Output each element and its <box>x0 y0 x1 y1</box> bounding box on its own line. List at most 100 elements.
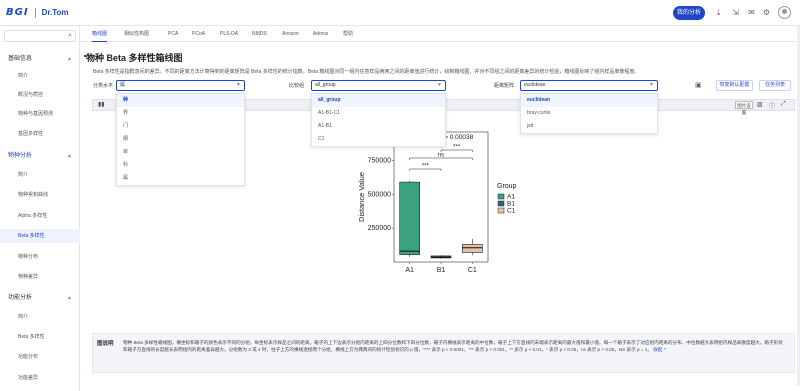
sidebar-item[interactable]: 简介 <box>0 310 80 324</box>
compare-dropdown: all_group A1-B1-C1 A1-B1 C1 <box>311 93 446 147</box>
box-C1 <box>462 244 483 253</box>
sidebar-group-label: 功能分析 <box>8 295 33 301</box>
tab-adonis[interactable]: Adonis <box>313 26 328 42</box>
sidebar-item[interactable]: Beta 多样性 <box>0 330 80 344</box>
page-description: Beta 多样性是指群落间的差异。不同的距离方法计算得到的距离矩阵是 Beta … <box>93 69 640 75</box>
sidebar-item[interactable]: 简介 <box>0 168 80 182</box>
tab-pcoa[interactable]: PCoA <box>192 26 205 42</box>
fullscreen-icon[interactable]: ⤢ <box>781 101 786 108</box>
sidebar-group-basic[interactable]: 基础信息 ▲ <box>0 51 80 67</box>
level-option[interactable]: 纲 <box>117 133 244 146</box>
top-bar: BGI Dr.Tom 我的分析 ⤓ ⇲ ✉ ⚙ <box>0 0 800 26</box>
chevron-down-icon: ▼ <box>236 82 241 88</box>
x-tick-label: A1 <box>405 267 414 274</box>
tab-anosim[interactable]: Anosim <box>282 26 299 42</box>
my-analysis-button[interactable]: 我的分析 <box>673 6 705 20</box>
beta-boxplot-chart: 250000500000750000Distance ValueA1 B1 C1**… <box>357 131 517 274</box>
level-option[interactable]: 科 <box>117 159 244 172</box>
logo-divider <box>34 7 36 18</box>
sidebar-item[interactable]: 基因多样性 <box>0 127 80 141</box>
tab-plsda[interactable]: PLS-DA <box>220 26 238 42</box>
significance-label: ns <box>438 153 444 159</box>
sidebar-group-label: 物种分析 <box>8 153 33 159</box>
compare-option[interactable]: all_group <box>312 94 445 107</box>
image-icon[interactable]: ▣ <box>695 81 702 89</box>
distance-option[interactable]: jsd <box>521 120 657 133</box>
level-option[interactable]: 界 <box>117 107 244 120</box>
y-tick-label: 750000 <box>368 157 391 164</box>
level-select[interactable]: 属 ▼ <box>116 80 245 91</box>
legend-label: C1 <box>507 208 516 215</box>
logo[interactable]: BGI Dr.Tom <box>6 7 69 18</box>
level-option[interactable]: 目 <box>117 146 244 159</box>
avatar[interactable] <box>778 6 791 19</box>
sidebar-item-beta-active[interactable]: Beta 多样性 <box>0 229 80 243</box>
chevron-up-icon: ▲ <box>67 295 72 301</box>
legend-label: A1 <box>507 194 515 201</box>
restore-default-button[interactable]: 恢复默认配置 <box>716 80 753 91</box>
image-settings-button[interactable]: 图片设置 <box>735 101 753 115</box>
compare-option[interactable]: A1-B1-C1 <box>312 107 445 120</box>
sidebar-item[interactable]: 物种累积曲线 <box>0 188 80 202</box>
tab-heatmap[interactable]: 相似性热图 <box>124 26 149 42</box>
legend-label: B1 <box>507 201 515 208</box>
note-label: 图说明 <box>97 341 114 347</box>
logo-main: BGI <box>6 7 29 18</box>
sidebar-item[interactable]: 功能差异 <box>0 371 80 385</box>
level-option[interactable]: 属 <box>117 172 244 185</box>
distance-option[interactable]: bray-curtis <box>521 107 657 120</box>
tab-bar: 箱线图 相似性热图 PCA PCoA PLS-DA NMDS Anosim Ad… <box>80 26 800 42</box>
distance-option[interactable]: euclidean <box>521 94 657 107</box>
chevron-up-icon: ▲ <box>67 56 72 62</box>
sidebar-item[interactable]: Alpha 多样性 <box>0 209 80 223</box>
y-tick-label: 500000 <box>368 191 391 198</box>
sidebar-group-species[interactable]: 物种分析 ▲ <box>0 148 80 164</box>
tab-help[interactable]: 帮助 <box>343 26 353 42</box>
task-list-button[interactable]: 任务列表 <box>759 80 791 91</box>
sidebar-item[interactable]: 物种与基因预测 <box>0 107 80 121</box>
distance-select[interactable]: euclidean ▼ <box>520 80 658 91</box>
download-icon[interactable]: ⤓ <box>714 8 723 17</box>
distance-label: 距离矩阵 <box>494 83 515 89</box>
search-icon: ⌕ <box>68 32 72 39</box>
sidebar-item[interactable]: 简介 <box>0 69 80 83</box>
collapse-link[interactable]: 收起 ^ <box>653 347 666 352</box>
mail-icon[interactable]: ✉ <box>747 8 756 17</box>
sidebar-item[interactable]: 概况与质控 <box>0 88 80 102</box>
chevron-down-icon: ▼ <box>437 82 442 88</box>
compare-option[interactable]: A1-B1 <box>312 120 445 133</box>
y-tick-label: 250000 <box>368 225 391 232</box>
compare-select[interactable]: all_group ▼ <box>311 80 446 91</box>
note-body: 物种 Beta 多样性箱线图。横坐标和箱子的颜色表示不同的分组，纵坐标表示样品之… <box>123 340 783 352</box>
info-icon[interactable]: ⓘ <box>769 101 775 110</box>
picture-icon[interactable]: ▨ <box>757 101 763 108</box>
distance-dropdown: euclidean bray-curtis jsd <box>520 93 658 134</box>
legend-swatch <box>497 200 505 207</box>
distance-select-value: euclidean <box>524 82 546 88</box>
sidebar: ⌕ 基础信息 ▲ 简介 概况与质控 物种与基因预测 基因多样性 物种分析 ▲ 简… <box>0 26 80 391</box>
legend-swatch <box>497 207 505 214</box>
sidebar-item[interactable]: 物种分布 <box>0 250 80 264</box>
bar-chart-icon: ▮▮ <box>98 102 105 108</box>
level-option[interactable]: 门 <box>117 120 244 133</box>
y-axis-label: Distance Value <box>357 172 366 222</box>
level-option[interactable]: 种 <box>117 94 244 107</box>
legend-swatch <box>497 193 505 200</box>
compare-option[interactable]: C1 <box>312 133 445 146</box>
level-label: 分类水平 <box>93 83 114 89</box>
tab-boxplot[interactable]: 箱线图 <box>92 26 108 42</box>
tab-nmds[interactable]: NMDS <box>252 26 267 42</box>
sidebar-item[interactable]: 功能分布 <box>0 350 80 364</box>
collapse-link-label: 收起 <box>653 347 663 352</box>
tab-pca[interactable]: PCA <box>168 26 178 42</box>
level-select-value: 属 <box>120 82 126 88</box>
settings-icon[interactable]: ⚙ <box>762 8 771 17</box>
box-A1 <box>399 181 420 255</box>
page-title: 物种 Beta 多样性箱线图 <box>86 53 183 63</box>
sidebar-group-function[interactable]: 功能分析 ▲ <box>0 290 80 306</box>
sidebar-item[interactable]: 物种差异 <box>0 270 80 284</box>
export-icon[interactable]: ⇲ <box>731 8 740 17</box>
x-tick-label: B1 <box>437 267 446 274</box>
sidebar-search-input[interactable]: ⌕ <box>4 30 76 42</box>
chevron-down-icon: ▼ <box>649 82 654 88</box>
